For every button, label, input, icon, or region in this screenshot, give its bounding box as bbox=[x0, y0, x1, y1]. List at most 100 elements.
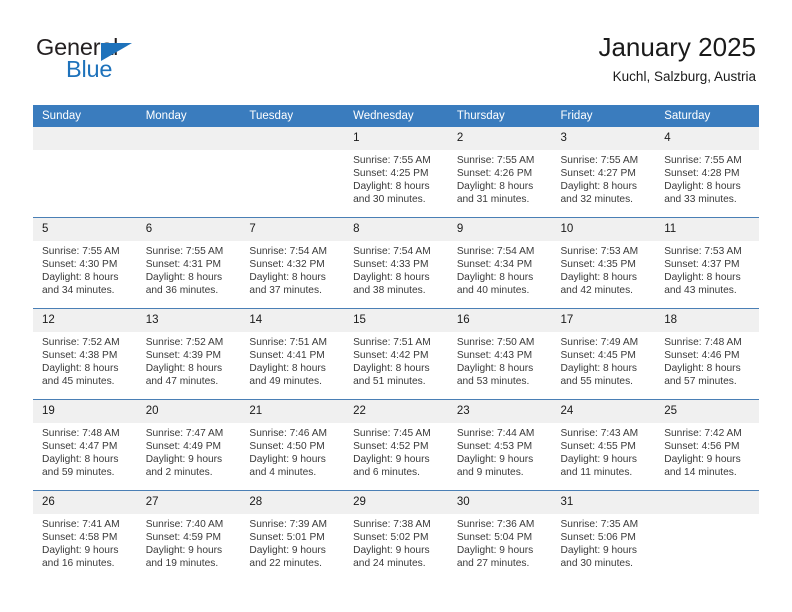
calendar-day-cell[interactable]: 12 Sunrise: 7:52 AM Sunset: 4:38 PM Dayligh… bbox=[33, 308, 137, 400]
day-cell-inner: 27 Sunrise: 7:40 AM Sunset: 4:59 PM Dayligh… bbox=[136, 491, 241, 581]
daylight-text-line1: Daylight: 9 hours bbox=[42, 545, 119, 557]
calendar-day-cell[interactable]: 10 Sunrise: 7:53 AM Sunset: 4:35 PM Dayligh… bbox=[551, 217, 656, 309]
sunrise-text: Sunrise: 7:44 AM bbox=[456, 428, 535, 439]
day-details: Sunrise: 7:39 AM Sunset: 5:01 PM Daylight:… bbox=[240, 514, 344, 570]
calendar-day-cell[interactable]: 1 Sunrise: 7:55 AM Sunset: 4:25 PM Daylight… bbox=[344, 127, 448, 218]
calendar-day-cell[interactable]: 4 Sunrise: 7:55 AM Sunset: 4:28 PM Daylight… bbox=[655, 127, 759, 218]
calendar-day-cell[interactable]: 6 Sunrise: 7:55 AM Sunset: 4:31 PM Daylight… bbox=[136, 217, 241, 309]
sunrise-text: Sunrise: 7:53 AM bbox=[664, 246, 742, 257]
day-cell-inner bbox=[33, 127, 137, 217]
calendar-day-cell[interactable]: 29 Sunrise: 7:38 AM Sunset: 5:02 PM Dayligh… bbox=[344, 490, 448, 581]
day-number: 12 bbox=[33, 309, 137, 332]
weekday-header-thursday: Thursday bbox=[447, 105, 552, 127]
day-number: 15 bbox=[344, 309, 448, 332]
day-cell-inner: 4 Sunrise: 7:55 AM Sunset: 4:28 PM Daylight… bbox=[655, 127, 759, 217]
calendar-day-cell[interactable]: 25 Sunrise: 7:42 AM Sunset: 4:56 PM Dayligh… bbox=[655, 399, 759, 491]
sunset-text: Sunset: 4:32 PM bbox=[249, 259, 325, 271]
calendar-day-cell[interactable]: 22 Sunrise: 7:45 AM Sunset: 4:52 PM Dayligh… bbox=[344, 399, 448, 491]
sunset-text: Sunset: 4:58 PM bbox=[42, 532, 118, 544]
day-cell-inner: 19 Sunrise: 7:48 AM Sunset: 4:47 PM Dayligh… bbox=[33, 400, 137, 490]
day-cell-inner: 13 Sunrise: 7:52 AM Sunset: 4:39 PM Dayligh… bbox=[136, 309, 241, 399]
calendar-day-cell[interactable]: 24 Sunrise: 7:43 AM Sunset: 4:55 PM Dayligh… bbox=[551, 399, 656, 491]
daylight-text-line2: and 19 minutes. bbox=[145, 558, 219, 570]
daylight-text-line2: and 36 minutes. bbox=[145, 285, 219, 297]
sunset-text: Sunset: 4:35 PM bbox=[560, 259, 636, 271]
day-number: 25 bbox=[655, 400, 759, 423]
sunrise-text: Sunrise: 7:55 AM bbox=[42, 246, 120, 257]
day-cell-inner bbox=[655, 491, 759, 581]
day-number: 19 bbox=[33, 400, 137, 423]
weekday-header-tuesday: Tuesday bbox=[240, 105, 345, 127]
day-number: 2 bbox=[447, 127, 552, 150]
sunset-text: Sunset: 5:04 PM bbox=[456, 532, 533, 544]
daylight-text-line1: Daylight: 8 hours bbox=[42, 454, 119, 466]
daylight-text-line1: Daylight: 8 hours bbox=[353, 363, 430, 375]
calendar-day-cell[interactable]: 27 Sunrise: 7:40 AM Sunset: 4:59 PM Dayligh… bbox=[136, 490, 241, 581]
daylight-text-line1: Daylight: 8 hours bbox=[42, 272, 119, 284]
day-details: Sunrise: 7:53 AM Sunset: 4:35 PM Daylight:… bbox=[552, 241, 656, 297]
sunrise-text: Sunrise: 7:55 AM bbox=[560, 155, 639, 166]
day-details: Sunrise: 7:48 AM Sunset: 4:47 PM Daylight:… bbox=[33, 423, 137, 479]
calendar-day-cell[interactable]: 2 Sunrise: 7:55 AM Sunset: 4:26 PM Daylight… bbox=[447, 127, 552, 218]
daylight-text-line2: and 24 minutes. bbox=[353, 558, 426, 570]
day-number: 1 bbox=[344, 127, 448, 150]
daylight-text-line1: Daylight: 8 hours bbox=[249, 272, 326, 284]
day-number bbox=[136, 127, 241, 150]
calendar-day-cell[interactable]: 14 Sunrise: 7:51 AM Sunset: 4:41 PM Dayligh… bbox=[240, 308, 345, 400]
sunset-text: Sunset: 5:06 PM bbox=[560, 532, 636, 544]
day-details: Sunrise: 7:50 AM Sunset: 4:43 PM Daylight:… bbox=[448, 332, 552, 388]
day-number: 8 bbox=[344, 218, 448, 241]
day-details: Sunrise: 7:52 AM Sunset: 4:38 PM Daylight:… bbox=[33, 332, 137, 388]
calendar-day-cell[interactable]: 18 Sunrise: 7:48 AM Sunset: 4:46 PM Dayligh… bbox=[655, 308, 759, 400]
day-cell-inner: 29 Sunrise: 7:38 AM Sunset: 5:02 PM Dayligh… bbox=[344, 491, 448, 581]
daylight-text-line2: and 14 minutes. bbox=[664, 467, 737, 479]
daylight-text-line1: Daylight: 8 hours bbox=[249, 363, 326, 375]
daylight-text-line1: Daylight: 8 hours bbox=[353, 272, 430, 284]
calendar-day-cell[interactable]: 20 Sunrise: 7:47 AM Sunset: 4:49 PM Dayligh… bbox=[136, 399, 241, 491]
day-details: Sunrise: 7:54 AM Sunset: 4:32 PM Daylight:… bbox=[240, 241, 344, 297]
day-cell-inner: 22 Sunrise: 7:45 AM Sunset: 4:52 PM Dayligh… bbox=[344, 400, 448, 490]
calendar-day-cell[interactable]: 13 Sunrise: 7:52 AM Sunset: 4:39 PM Dayligh… bbox=[136, 308, 241, 400]
calendar-day-cell[interactable]: 11 Sunrise: 7:53 AM Sunset: 4:37 PM Dayligh… bbox=[655, 217, 759, 309]
calendar-day-cell[interactable]: 28 Sunrise: 7:39 AM Sunset: 5:01 PM Dayligh… bbox=[240, 490, 345, 581]
calendar-day-cell[interactable]: 26 Sunrise: 7:41 AM Sunset: 4:58 PM Dayligh… bbox=[33, 490, 137, 581]
calendar-day-cell[interactable]: 9 Sunrise: 7:54 AM Sunset: 4:34 PM Daylight… bbox=[447, 217, 552, 309]
day-number: 21 bbox=[240, 400, 345, 423]
calendar-day-cell[interactable]: 5 Sunrise: 7:55 AM Sunset: 4:30 PM Daylight… bbox=[33, 217, 137, 309]
day-cell-inner: 25 Sunrise: 7:42 AM Sunset: 4:56 PM Dayligh… bbox=[655, 400, 759, 490]
calendar-day-cell[interactable]: 23 Sunrise: 7:44 AM Sunset: 4:53 PM Dayligh… bbox=[447, 399, 552, 491]
day-number: 6 bbox=[136, 218, 241, 241]
calendar-day-cell[interactable]: 16 Sunrise: 7:50 AM Sunset: 4:43 PM Dayligh… bbox=[447, 308, 552, 400]
calendar-day-cell[interactable]: 8 Sunrise: 7:54 AM Sunset: 4:33 PM Daylight… bbox=[344, 217, 448, 309]
calendar-day-cell[interactable]: 21 Sunrise: 7:46 AM Sunset: 4:50 PM Dayligh… bbox=[240, 399, 345, 491]
calendar-day-cell[interactable]: 17 Sunrise: 7:49 AM Sunset: 4:45 PM Dayligh… bbox=[551, 308, 656, 400]
sunset-text: Sunset: 4:49 PM bbox=[145, 441, 222, 453]
daylight-text-line1: Daylight: 8 hours bbox=[145, 363, 223, 375]
daylight-text-line1: Daylight: 8 hours bbox=[560, 272, 637, 284]
calendar-day-cell[interactable]: 30 Sunrise: 7:36 AM Sunset: 5:04 PM Dayligh… bbox=[447, 490, 552, 581]
calendar-day-cell[interactable]: 15 Sunrise: 7:51 AM Sunset: 4:42 PM Dayligh… bbox=[344, 308, 448, 400]
calendar-day-cell[interactable]: 19 Sunrise: 7:48 AM Sunset: 4:47 PM Dayligh… bbox=[33, 399, 137, 491]
day-cell-inner: 30 Sunrise: 7:36 AM Sunset: 5:04 PM Dayligh… bbox=[447, 491, 552, 581]
calendar-day-cell-empty bbox=[136, 127, 241, 218]
daylight-text-line1: Daylight: 8 hours bbox=[664, 181, 741, 193]
daylight-text-line2: and 33 minutes. bbox=[664, 194, 737, 206]
sunset-text: Sunset: 4:27 PM bbox=[560, 168, 636, 180]
calendar-week-row: 1 Sunrise: 7:55 AM Sunset: 4:25 PM Daylight… bbox=[33, 127, 759, 218]
sunrise-text: Sunrise: 7:47 AM bbox=[145, 428, 224, 439]
calendar-day-cell[interactable]: 7 Sunrise: 7:54 AM Sunset: 4:32 PM Daylight… bbox=[240, 217, 345, 309]
day-details: Sunrise: 7:42 AM Sunset: 4:56 PM Daylight:… bbox=[655, 423, 759, 479]
sunrise-text: Sunrise: 7:48 AM bbox=[664, 337, 742, 348]
general-blue-logo[interactable]: General Blue bbox=[36, 34, 186, 92]
daylight-text-line1: Daylight: 8 hours bbox=[560, 181, 637, 193]
day-number: 4 bbox=[655, 127, 759, 150]
page-subtitle: Kuchl, Salzburg, Austria bbox=[612, 69, 756, 84]
day-cell-inner: 24 Sunrise: 7:43 AM Sunset: 4:55 PM Dayligh… bbox=[551, 400, 656, 490]
sunrise-text: Sunrise: 7:55 AM bbox=[145, 246, 224, 257]
day-cell-inner: 14 Sunrise: 7:51 AM Sunset: 4:41 PM Dayligh… bbox=[240, 309, 345, 399]
calendar-day-cell[interactable]: 31 Sunrise: 7:35 AM Sunset: 5:06 PM Dayligh… bbox=[551, 490, 656, 581]
calendar-week-row: 26 Sunrise: 7:41 AM Sunset: 4:58 PM Dayligh… bbox=[33, 490, 759, 581]
daylight-text-line2: and 40 minutes. bbox=[456, 285, 530, 297]
calendar-day-cell[interactable]: 3 Sunrise: 7:55 AM Sunset: 4:27 PM Daylight… bbox=[551, 127, 656, 218]
logo-word-blue: Blue bbox=[66, 56, 113, 82]
